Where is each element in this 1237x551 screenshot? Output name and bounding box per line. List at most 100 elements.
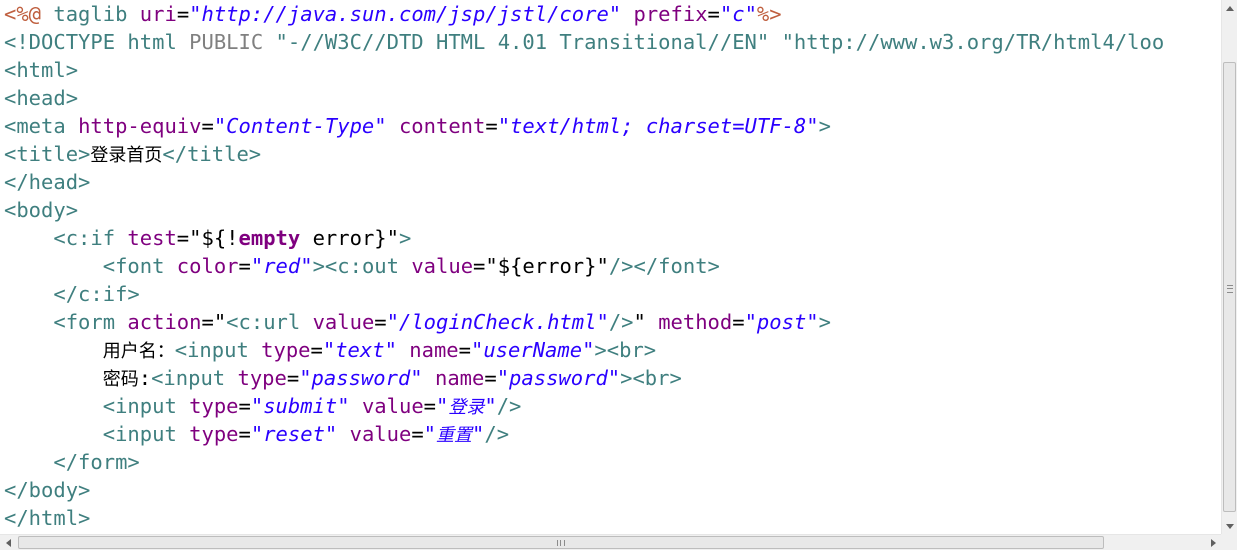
- code-token: ><br>: [620, 366, 682, 390]
- code-token: "submit": [250, 394, 350, 418]
- code-token: 重置: [436, 425, 473, 446]
- code-token: </c:if>: [4, 282, 140, 306]
- code-line[interactable]: <body>: [4, 196, 1164, 224]
- code-token: ": [472, 422, 485, 446]
- scroll-right-arrow-icon[interactable]: [1205, 535, 1221, 551]
- code-token: "reset": [250, 422, 338, 446]
- code-token: content: [398, 114, 486, 138]
- code-line[interactable]: </html>: [4, 504, 1164, 532]
- code-token: <body>: [4, 198, 79, 222]
- horizontal-scroll-thumb[interactable]: [18, 536, 1104, 549]
- code-token: "http://java.sun.com/jsp/jstl/core": [189, 2, 622, 26]
- code-token: <!DOCTYPE: [4, 30, 128, 54]
- code-token: value: [361, 394, 424, 418]
- code-token: =: [176, 2, 190, 26]
- code-line[interactable]: <head>: [4, 84, 1164, 112]
- scroll-left-arrow-icon[interactable]: [0, 535, 16, 551]
- code-token: =: [176, 226, 190, 250]
- code-token: </form>: [4, 450, 140, 474]
- code-line[interactable]: <font color="red"><c:out value="${error}…: [4, 252, 1164, 280]
- code-token: name: [434, 366, 485, 390]
- code-token: ": [436, 394, 449, 418]
- scroll-down-arrow-icon[interactable]: [1222, 518, 1237, 534]
- code-line[interactable]: <html>: [4, 56, 1164, 84]
- code-lines[interactable]: <%@ taglib uri="http://java.sun.com/jsp/…: [4, 0, 1164, 532]
- code-token: ": [423, 422, 437, 446]
- code-token: =: [201, 114, 214, 138]
- code-token: http-equiv: [78, 114, 202, 138]
- code-token: "c": [719, 2, 757, 26]
- code-line[interactable]: </c:if>: [4, 280, 1164, 308]
- code-token: ><br>: [594, 338, 657, 362]
- code-line[interactable]: </head>: [4, 168, 1164, 196]
- code-token: value: [349, 422, 412, 446]
- code-token: prefix: [633, 2, 708, 26]
- code-token: type: [237, 366, 287, 390]
- code-token: "post": [744, 310, 819, 334]
- code-token: =: [473, 254, 486, 278]
- scroll-grip-icon: [1227, 285, 1233, 293]
- code-token: <html>: [4, 58, 79, 82]
- code-line[interactable]: <!DOCTYPE html PUBLIC "-//W3C//DTD HTML …: [4, 28, 1164, 56]
- code-token: "/loginCheck.html": [386, 310, 609, 334]
- code-token: ": [213, 310, 227, 334]
- code-token: =: [485, 114, 498, 138]
- code-line[interactable]: <%@ taglib uri="http://java.sun.com/jsp/…: [4, 0, 1164, 28]
- code-token: PUBLIC: [189, 30, 276, 54]
- code-token: <head>: [4, 86, 79, 110]
- code-token: 登录首页: [90, 145, 163, 166]
- code-token: <input: [4, 394, 190, 418]
- vertical-scrollbar[interactable]: [1221, 0, 1237, 534]
- code-token: </head>: [4, 170, 91, 194]
- code-token: name: [409, 338, 459, 362]
- code-token: =: [707, 2, 720, 26]
- code-token: >: [818, 114, 831, 138]
- code-token: 登录: [448, 397, 485, 418]
- code-token: =: [310, 338, 323, 362]
- code-token: <form: [4, 310, 128, 334]
- code-line[interactable]: <meta http-equiv="Content-Type" content=…: [4, 112, 1164, 140]
- code-token: />: [484, 422, 510, 446]
- code-line[interactable]: <input type="submit" value="登录"/>: [4, 392, 1164, 420]
- code-token: <meta: [4, 114, 79, 138]
- code-token: >: [818, 310, 831, 334]
- code-line[interactable]: <form action="<c:url value="/loginCheck.…: [4, 308, 1164, 336]
- code-token: value: [312, 310, 375, 334]
- code-token: ><c:out: [312, 254, 412, 278]
- code-line[interactable]: </body>: [4, 476, 1164, 504]
- code-token: "red": [250, 254, 313, 278]
- code-token: test: [127, 226, 177, 250]
- code-editor[interactable]: <%@ taglib uri="http://java.sun.com/jsp/…: [0, 0, 1221, 534]
- code-token: />: [608, 310, 634, 334]
- horizontal-scrollbar[interactable]: [0, 534, 1221, 550]
- code-token: =: [238, 394, 251, 418]
- code-token: <input: [174, 338, 262, 362]
- code-line[interactable]: </form>: [4, 448, 1164, 476]
- code-token: :: [138, 366, 152, 390]
- code-line[interactable]: 密码:<input type="password" name="password…: [4, 364, 1164, 392]
- code-token: <c:url: [226, 310, 313, 334]
- code-token: <%@: [4, 2, 42, 26]
- code-token: "password": [299, 366, 423, 390]
- code-token: uri: [139, 2, 177, 26]
- code-token: color: [176, 254, 239, 278]
- code-token: </title>: [162, 142, 262, 166]
- code-token: =: [238, 254, 251, 278]
- code-token: "Content-Type": [213, 114, 387, 138]
- code-token: =: [238, 422, 251, 446]
- code-line[interactable]: <input type="reset" value="重置"/>: [4, 420, 1164, 448]
- scroll-up-arrow-icon[interactable]: [1222, 0, 1237, 16]
- code-line[interactable]: 用户名：<input type="text" name="userName"><…: [4, 336, 1164, 364]
- code-token: error}": [300, 226, 399, 250]
- code-token: <font: [4, 254, 177, 278]
- code-token: /></font>: [608, 254, 720, 278]
- code-line[interactable]: <c:if test="${!empty error}">: [4, 224, 1164, 252]
- code-line[interactable]: <title>登录首页</title>: [4, 140, 1164, 168]
- vertical-scroll-thumb[interactable]: [1223, 62, 1236, 512]
- code-token: type: [189, 422, 239, 446]
